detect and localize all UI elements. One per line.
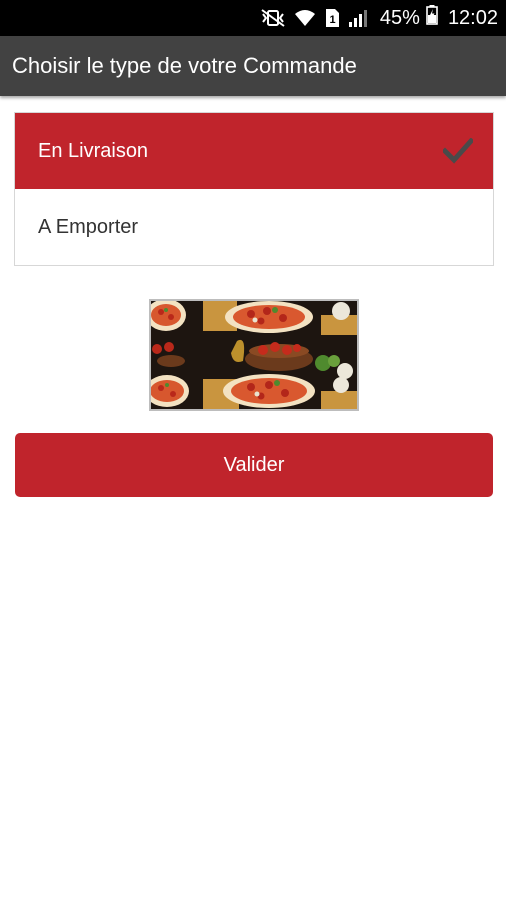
checkmark-icon [443, 138, 473, 164]
pizza-banner-image [149, 299, 359, 411]
status-icons: 1 [260, 8, 370, 28]
option-a-emporter[interactable]: A Emporter [15, 189, 493, 265]
order-type-list: En Livraison A Emporter [14, 112, 494, 266]
validate-button[interactable]: Valider [15, 433, 493, 497]
svg-text:1: 1 [329, 14, 335, 26]
mute-vibrate-icon [260, 8, 286, 28]
page-title: Choisir le type de votre Commande [12, 53, 357, 78]
status-bar: 1 45% 12:02 [0, 0, 506, 36]
app-bar: Choisir le type de votre Commande [0, 36, 506, 96]
option-label: En Livraison [38, 139, 149, 162]
signal-icon [348, 8, 370, 28]
option-en-livraison[interactable]: En Livraison [15, 113, 493, 189]
sim-icon: 1 [324, 8, 340, 28]
battery-percent: 45% [379, 6, 420, 29]
clock: 12:02 [447, 6, 498, 29]
option-label: A Emporter [38, 215, 139, 238]
battery-icon [426, 5, 438, 31]
wifi-icon [294, 8, 316, 28]
